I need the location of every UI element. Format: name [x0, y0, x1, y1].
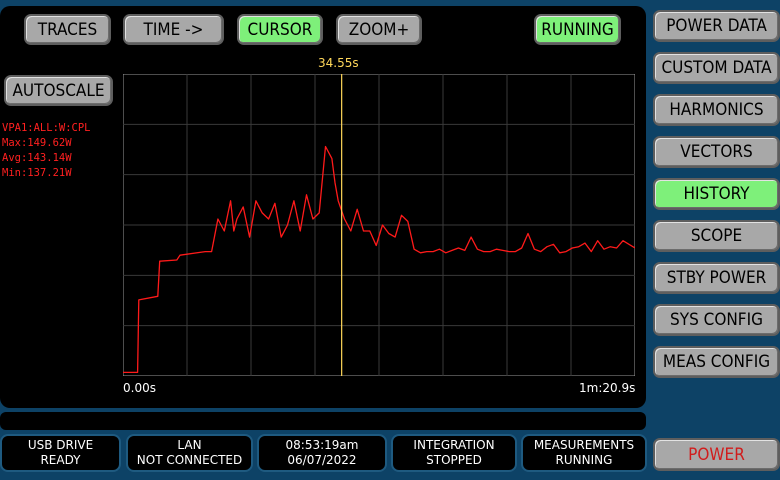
avg-value: Avg:143.14W: [2, 152, 72, 164]
lan-status-line1: LAN: [177, 438, 202, 452]
sidebar-item-custom-data[interactable]: CUSTOM DATA: [653, 52, 780, 84]
sidebar-item-vectors[interactable]: VECTORS: [653, 136, 780, 168]
min-value: Min:137.21W: [2, 167, 72, 179]
usb-status-line2: READY: [40, 453, 81, 467]
clock-date: 06/07/2022: [287, 453, 357, 467]
sidebar-item-history[interactable]: HISTORY: [653, 178, 780, 210]
x-start-label: 0.00s: [123, 381, 156, 395]
sidebar-item-scope[interactable]: SCOPE: [653, 220, 780, 252]
integration-line1: INTEGRATION: [413, 438, 495, 452]
cursor-button[interactable]: CURSOR: [237, 14, 323, 45]
sidebar-item-power-data[interactable]: POWER DATA: [653, 10, 780, 42]
zoom-button[interactable]: ZOOM+: [336, 14, 422, 45]
integration-status: INTEGRATION STOPPED: [391, 434, 517, 472]
time-button[interactable]: TIME ->: [123, 14, 224, 45]
power-button[interactable]: POWER: [653, 438, 780, 471]
measurements-line2: RUNNING: [555, 453, 613, 467]
traces-button[interactable]: TRACES: [24, 14, 111, 45]
lan-status-line2: NOT CONNECTED: [136, 453, 243, 467]
sidebar-item-harmonics[interactable]: HARMONICS: [653, 94, 780, 126]
lan-status: LAN NOT CONNECTED: [126, 434, 253, 472]
x-end-label: 1m:20.9s: [579, 381, 636, 395]
history-chart[interactable]: [123, 74, 635, 376]
autoscale-button[interactable]: AUTOSCALE: [4, 75, 113, 106]
measurements-line1: MEASUREMENTS: [533, 438, 635, 452]
integration-line2: STOPPED: [426, 453, 482, 467]
channel-label: VPA1:ALL:W:CPL: [2, 122, 91, 134]
clock-time: 08:53:19am: [285, 438, 359, 452]
measurements-status: MEASUREMENTS RUNNING: [521, 434, 647, 472]
sidebar-item-sys-config[interactable]: SYS CONFIG: [653, 304, 780, 336]
running-button[interactable]: RUNNING: [534, 14, 621, 45]
sidebar-item-stby-power[interactable]: STBY POWER: [653, 262, 780, 294]
max-value: Max:149.62W: [2, 137, 72, 149]
clock-status: 08:53:19am 06/07/2022: [257, 434, 387, 472]
usb-drive-status: USB DRIVE READY: [0, 434, 121, 472]
cursor-time-label: 34.55s: [318, 56, 359, 70]
usb-status-line1: USB DRIVE: [27, 438, 94, 452]
history-progress-bar: [0, 412, 646, 430]
sidebar-item-meas-config[interactable]: MEAS CONFIG: [653, 346, 780, 378]
